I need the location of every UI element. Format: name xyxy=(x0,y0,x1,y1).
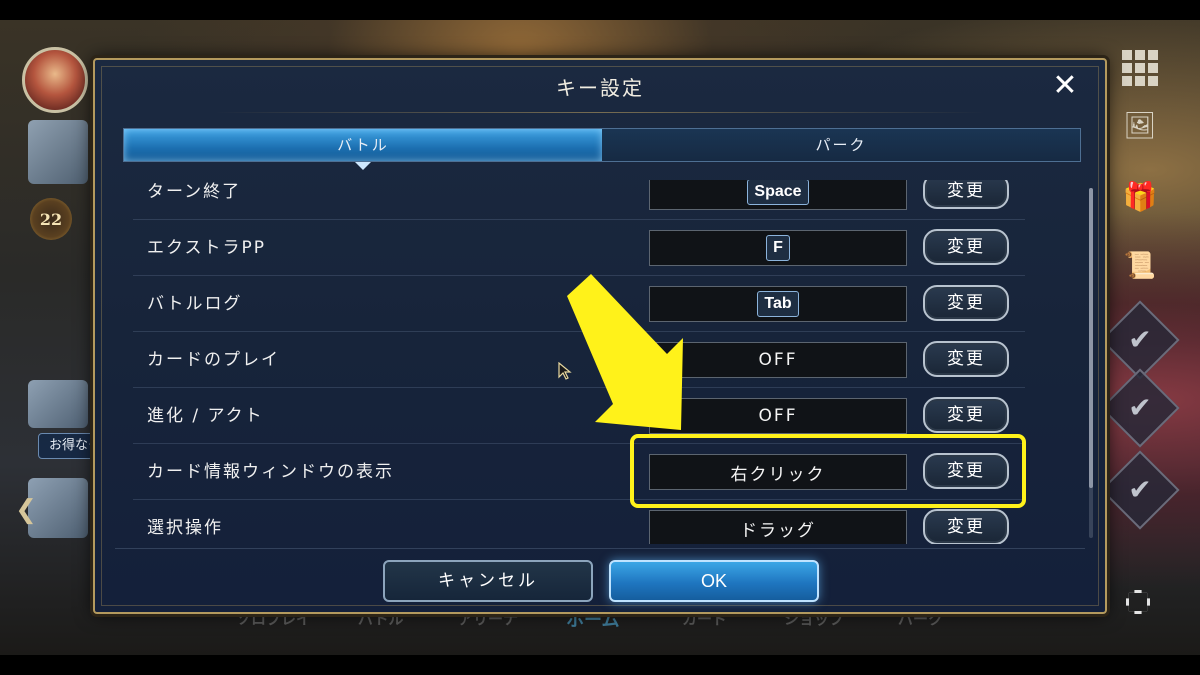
level-value: 22 xyxy=(39,209,63,229)
fullscreen-icon[interactable] xyxy=(1126,590,1150,614)
setting-label: カード情報ウィンドウの表示 xyxy=(147,462,394,482)
footer-divider xyxy=(115,548,1085,549)
title-divider xyxy=(215,112,985,113)
setting-label: 選択操作 xyxy=(147,518,223,538)
check-icon: ✔ xyxy=(1128,323,1152,356)
setting-row-turn-end: ターン終了 Space 変更 xyxy=(133,180,1025,220)
promo-label[interactable]: お得なクリ xyxy=(38,433,98,459)
key-cap: Tab xyxy=(757,291,799,317)
image-switch-icon[interactable]: 🖼 xyxy=(1118,104,1162,148)
side-card-top[interactable] xyxy=(28,120,88,184)
letterbox-top xyxy=(0,0,1200,20)
change-button[interactable]: 変更 xyxy=(923,341,1009,377)
setting-label: バトルログ xyxy=(147,294,243,314)
tab-perk[interactable]: パーク xyxy=(602,129,1080,161)
tab-battle[interactable]: バトル xyxy=(124,129,602,170)
check-icon: ✔ xyxy=(1128,391,1152,424)
change-button[interactable]: 変更 xyxy=(923,285,1009,321)
dialog-title: キー設定 xyxy=(556,76,644,100)
setting-label: 進化 / アクト xyxy=(147,406,264,426)
letterbox-bottom xyxy=(0,655,1200,675)
change-button[interactable]: 変更 xyxy=(923,397,1009,433)
gift-icon[interactable]: 🎁 xyxy=(1118,174,1162,218)
setting-label: ターン終了 xyxy=(147,182,242,202)
setting-label: エクストラPP xyxy=(147,238,266,258)
annotation-arrow-icon xyxy=(567,274,683,430)
key-binding-field: ドラッグ xyxy=(649,510,907,544)
close-icon[interactable]: ✕ xyxy=(1047,68,1083,104)
key-binding-field: Space xyxy=(649,180,907,210)
annotation-highlight-box xyxy=(630,434,1026,508)
level-badge: 22 xyxy=(30,198,72,240)
player-avatar[interactable] xyxy=(22,47,88,113)
left-arrow-icon[interactable]: ❮ xyxy=(14,492,38,528)
menu-grid-icon[interactable] xyxy=(1118,46,1162,90)
scroll-icon[interactable]: 📜 xyxy=(1118,244,1162,288)
setting-label: カードのプレイ xyxy=(147,350,280,370)
key-binding-field: F xyxy=(649,230,907,266)
key-cap: F xyxy=(766,235,790,261)
change-button[interactable]: 変更 xyxy=(923,509,1009,544)
setting-row-extra-pp: エクストラPP F 変更 xyxy=(133,220,1025,276)
change-button[interactable]: 変更 xyxy=(923,180,1009,209)
settings-scrollbar[interactable] xyxy=(1089,188,1093,538)
scroll-thumb[interactable] xyxy=(1089,188,1093,488)
cancel-button[interactable]: キャンセル xyxy=(383,560,593,602)
side-card-promo[interactable] xyxy=(28,380,88,428)
change-button[interactable]: 変更 xyxy=(923,229,1009,265)
settings-tabs: バトル パーク xyxy=(123,128,1081,170)
check-icon: ✔ xyxy=(1128,473,1152,506)
key-cap: Space xyxy=(747,180,809,205)
ok-button[interactable]: OK xyxy=(609,560,819,602)
